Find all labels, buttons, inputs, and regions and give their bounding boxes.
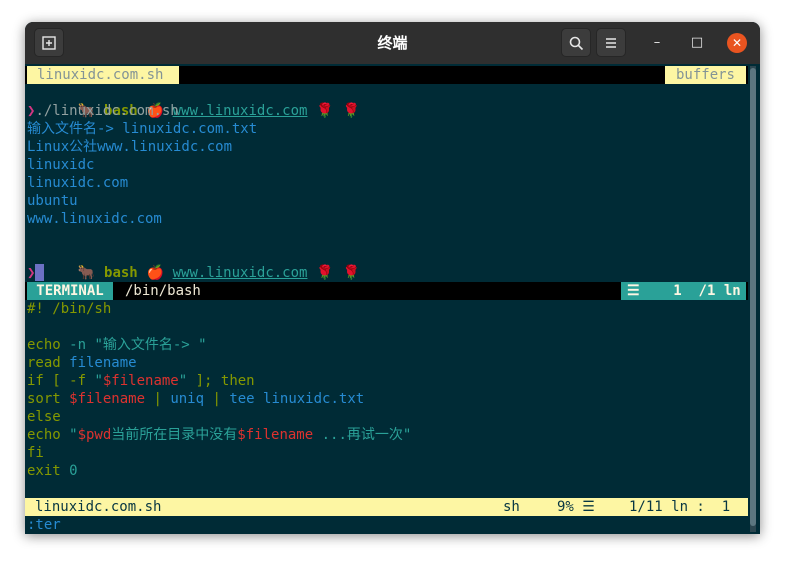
maximize-button[interactable]: □ bbox=[687, 33, 707, 53]
active-prompt-line[interactable]: ❯ bbox=[27, 264, 45, 282]
code-variable: $filename bbox=[60, 391, 146, 407]
code-line: echo -n "输入文件名-> " bbox=[27, 336, 207, 354]
editor-status-line: linuxidc.com.sh sh 9% ☰ 1/11 ln : 1 bbox=[25, 498, 748, 516]
code-line-shebang: #! /bin/sh bbox=[27, 301, 112, 317]
prompt-line-1: 🐂 bash 🍎 www.linuxidc.com 🌹 🌹 bbox=[27, 84, 360, 119]
code-line: read filename bbox=[27, 354, 137, 372]
prompt-line-2: 🐂 bash 🍎 www.linuxidc.com 🌹 🌹 bbox=[27, 246, 360, 281]
rose-icon: 🌹 bbox=[316, 265, 334, 281]
rose-icon: 🌹 bbox=[342, 265, 361, 281]
scrollbar-thumb[interactable] bbox=[750, 68, 756, 526]
prompt-link[interactable]: www.linuxidc.com bbox=[173, 103, 308, 119]
output-line: 输入文件名-> linuxidc.com.txt bbox=[27, 121, 258, 137]
code-keyword: if [ -f bbox=[27, 373, 95, 389]
code-keyword: exit bbox=[27, 463, 61, 479]
ox-icon: 🐂 bbox=[77, 265, 96, 281]
code-string: 当前所在目录中没有 bbox=[111, 427, 238, 443]
tabline-buffers-label: buffers bbox=[665, 66, 746, 84]
status-percent: 9% ☰ bbox=[557, 499, 595, 515]
output-line: www.linuxidc.com bbox=[27, 211, 162, 227]
code-quote: " bbox=[94, 373, 103, 389]
status-filename: linuxidc.com.sh bbox=[35, 499, 162, 515]
terminal-content[interactable]: linuxidc.com.sh buffers 🐂 bash 🍎 www.lin… bbox=[25, 64, 760, 534]
search-button[interactable] bbox=[561, 28, 591, 57]
code-line: if [ -f "$filename" ]; then bbox=[27, 372, 255, 390]
rose-icon: 🌹 bbox=[316, 103, 334, 119]
terminal-window: 终端 – □ ✕ linuxidc.com.sh buffers 🐂 bash … bbox=[25, 22, 760, 534]
code-number: 0 bbox=[60, 463, 78, 479]
code-string: "输入文件名-> " bbox=[94, 337, 207, 353]
code-quote: " bbox=[402, 427, 412, 443]
close-button[interactable]: ✕ bbox=[727, 33, 747, 53]
text-cursor bbox=[35, 264, 45, 281]
terminal-buffer-name: /bin/bash bbox=[125, 283, 201, 299]
command-line-entry: ❯./linuxidc.com.sh bbox=[27, 102, 179, 120]
code-keyword: sort bbox=[27, 391, 61, 407]
code-flag: -n bbox=[60, 337, 95, 353]
code-string: ...再试一次 bbox=[313, 427, 403, 443]
apple-icon: 🍎 bbox=[146, 265, 164, 281]
code-line: fi bbox=[27, 445, 44, 461]
output-line: ubuntu bbox=[27, 193, 78, 209]
code-variable: $filename bbox=[102, 373, 179, 389]
output-line: Linux公社www.linuxidc.com bbox=[27, 139, 233, 155]
output-line: linuxidc.com bbox=[27, 175, 129, 191]
code-keyword: echo bbox=[27, 337, 61, 353]
terminal-position: ☰ 1 /1 ln bbox=[621, 282, 746, 300]
menu-button[interactable] bbox=[596, 28, 626, 57]
vim-tabline: linuxidc.com.sh buffers bbox=[25, 66, 748, 84]
code-command: uniq bbox=[170, 391, 205, 407]
status-position: 1/11 ln : 1 bbox=[629, 499, 731, 515]
search-icon bbox=[569, 36, 583, 51]
code-line: sort $filename | uniq | tee linuxidc.txt bbox=[27, 390, 364, 408]
code-quote: " bbox=[60, 427, 78, 443]
code-quote: " bbox=[178, 373, 188, 389]
code-variable: $filename bbox=[237, 427, 314, 443]
tabline-active-tab[interactable]: linuxidc.com.sh bbox=[27, 66, 179, 84]
hamburger-menu-icon bbox=[606, 38, 616, 48]
code-line: echo "$pwd当前所在目录中没有$filename ...再试一次" bbox=[27, 426, 411, 444]
prompt-name: bash bbox=[104, 265, 138, 281]
output-line: linuxidc bbox=[27, 157, 95, 173]
prompt-char: ❯ bbox=[27, 265, 36, 281]
code-command: tee linuxidc.txt bbox=[229, 391, 365, 407]
title-bar: 终端 – □ ✕ bbox=[25, 22, 760, 64]
code-line: else bbox=[27, 409, 61, 425]
executed-command: ./linuxidc.com.sh bbox=[35, 103, 179, 119]
terminal-status-line: TERMINAL /bin/bash ☰ 1 /1 ln bbox=[25, 282, 748, 300]
prompt-link[interactable]: www.linuxidc.com bbox=[173, 265, 308, 281]
vim-command-line[interactable]: :ter bbox=[27, 516, 61, 534]
code-variable: $pwd bbox=[77, 427, 112, 443]
code-operator: | bbox=[145, 391, 171, 407]
mode-indicator: TERMINAL bbox=[27, 282, 113, 300]
status-filetype: sh bbox=[503, 499, 520, 515]
minimize-button[interactable]: – bbox=[647, 33, 667, 53]
code-keyword: read bbox=[27, 355, 61, 371]
code-operator: | bbox=[204, 391, 230, 407]
code-keyword: ]; then bbox=[187, 373, 255, 389]
rose-icon: 🌹 bbox=[342, 103, 361, 119]
code-line: exit 0 bbox=[27, 462, 78, 480]
code-identifier: filename bbox=[60, 355, 137, 371]
code-keyword: echo bbox=[27, 427, 61, 443]
